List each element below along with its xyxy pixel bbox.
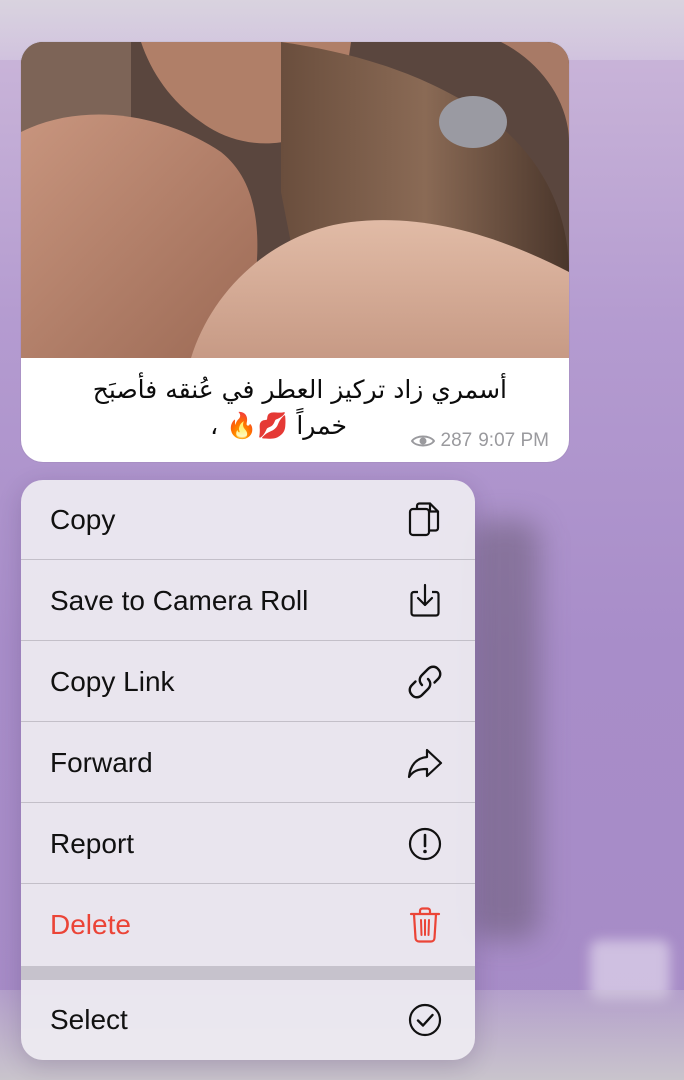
exclamation-circle-icon: [405, 824, 445, 864]
caption-line-1: أسمري زاد تركيز العطر في عُنقه فأصبَح: [92, 375, 507, 404]
view-count: 287: [440, 430, 473, 451]
menu-item-label: Select: [50, 1004, 128, 1035]
menu-item-label: Copy Link: [50, 665, 175, 697]
download-icon: [405, 581, 445, 621]
message-meta: 287 9:07 PM: [410, 430, 549, 452]
background-blur: [470, 520, 540, 940]
menu-item-report[interactable]: Report: [21, 804, 475, 884]
menu-item-label: Save to Camera Roll: [50, 584, 309, 616]
menu-item-label: Delete: [50, 909, 131, 940]
photo-illustration: [21, 42, 569, 358]
menu-group-separator: [21, 966, 475, 980]
menu-item-select[interactable]: Select: [21, 980, 475, 1060]
menu-item-copy[interactable]: Copy: [21, 480, 475, 560]
menu-item-delete[interactable]: Delete: [21, 885, 475, 965]
checkmark-circle-icon: [405, 1000, 445, 1040]
menu-item-label: Forward: [50, 746, 153, 778]
context-menu: Copy Save to Camera Roll Copy Link Forwa…: [21, 480, 475, 1060]
message-bubble[interactable]: أسمري زاد تركيز العطر في عُنقه فأصبَح خم…: [21, 42, 569, 462]
menu-item-save-to-camera-roll[interactable]: Save to Camera Roll: [21, 561, 475, 641]
menu-item-label: Copy: [50, 503, 116, 535]
trash-icon: [405, 905, 445, 945]
eye-icon: [410, 435, 435, 447]
forward-arrow-icon: [405, 743, 445, 783]
menu-item-label: Report: [50, 827, 135, 859]
link-icon: [405, 662, 445, 702]
message-caption: أسمري زاد تركيز العطر في عُنقه فأصبَح خم…: [21, 358, 569, 462]
menu-item-copy-link[interactable]: Copy Link: [21, 642, 475, 722]
message-time: 9:07 PM: [478, 430, 549, 451]
message-photo[interactable]: [21, 42, 569, 358]
menu-item-forward[interactable]: Forward: [21, 723, 475, 803]
copy-icon: [405, 500, 445, 540]
